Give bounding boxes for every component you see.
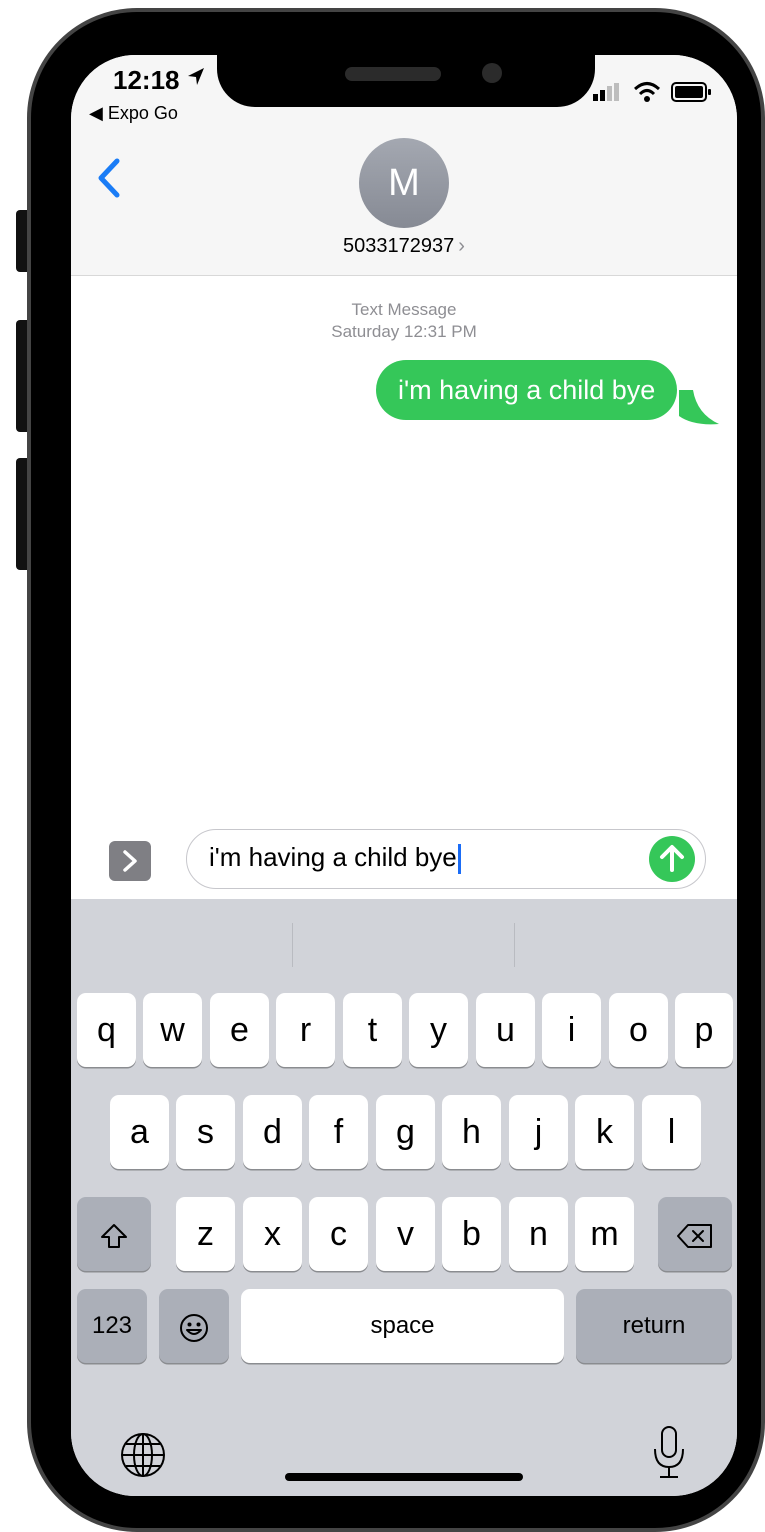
key-e[interactable]: e (210, 993, 269, 1067)
backspace-icon (677, 1224, 712, 1249)
apps-toggle-button[interactable] (109, 841, 151, 881)
numbers-key[interactable]: 123 (77, 1289, 147, 1363)
key-x[interactable]: x (243, 1197, 302, 1271)
key-c[interactable]: c (309, 1197, 368, 1271)
key-w[interactable]: w (143, 993, 202, 1067)
message-service-label: Text Message (351, 300, 457, 319)
key-f[interactable]: f (309, 1095, 368, 1169)
key-k[interactable]: k (575, 1095, 634, 1169)
globe-icon[interactable] (119, 1431, 167, 1479)
key-y[interactable]: y (409, 993, 468, 1067)
contact-name[interactable]: 5033172937 › (71, 235, 737, 258)
contact-avatar[interactable]: M (359, 138, 449, 228)
back-chevron-icon[interactable] (91, 155, 131, 201)
key-q[interactable]: q (77, 993, 136, 1067)
delete-key[interactable] (658, 1197, 732, 1271)
microphone-icon[interactable] (651, 1425, 687, 1481)
key-p[interactable]: p (675, 993, 733, 1067)
sent-message-bubble[interactable]: i'm having a child bye (376, 360, 678, 420)
suggestion-divider (514, 923, 515, 967)
status-time: 12:18 (113, 65, 180, 95)
wifi-icon (633, 81, 661, 103)
key-o[interactable]: o (609, 993, 668, 1067)
battery-icon (671, 81, 713, 103)
key-j[interactable]: j (509, 1095, 568, 1169)
return-key[interactable]: return (576, 1289, 732, 1363)
emoji-key[interactable] (159, 1289, 229, 1363)
key-g[interactable]: g (376, 1095, 435, 1169)
key-m[interactable]: m (575, 1197, 634, 1271)
shift-key[interactable] (77, 1197, 151, 1271)
key-z[interactable]: z (176, 1197, 235, 1271)
key-b[interactable]: b (442, 1197, 501, 1271)
key-l[interactable]: l (642, 1095, 701, 1169)
message-input-text: i'm having a child bye (209, 842, 461, 875)
key-a[interactable]: a (110, 1095, 169, 1169)
keyboard: q w e r t y u i o p a s d f g h j k l z … (71, 899, 737, 1496)
location-arrow-icon (186, 65, 206, 93)
home-indicator (285, 1473, 523, 1481)
key-n[interactable]: n (509, 1197, 568, 1271)
key-h[interactable]: h (442, 1095, 501, 1169)
message-timestamp: Saturday 12:31 PM (331, 322, 477, 341)
suggestion-divider (292, 923, 293, 967)
speaker (345, 67, 441, 81)
message-input-value: i'm having a child bye (209, 842, 457, 872)
contact-chevron-icon: › (458, 235, 465, 257)
key-v[interactable]: v (376, 1197, 435, 1271)
notch (217, 55, 595, 107)
shift-icon (101, 1224, 127, 1249)
key-i[interactable]: i (542, 993, 601, 1067)
key-r[interactable]: r (276, 993, 335, 1067)
message-input[interactable]: i'm having a child bye (186, 829, 706, 889)
signal-icon (593, 83, 623, 101)
key-u[interactable]: u (476, 993, 535, 1067)
bubble-tail (679, 390, 719, 425)
key-d[interactable]: d (243, 1095, 302, 1169)
key-t[interactable]: t (343, 993, 402, 1067)
key-s[interactable]: s (176, 1095, 235, 1169)
emoji-icon (180, 1314, 208, 1343)
text-caret (457, 844, 461, 875)
phone-screen: 12:18 ◀ Expo Go M 5033172937 › Text Messa… (71, 55, 737, 1496)
space-key[interactable]: space (241, 1289, 564, 1363)
send-button[interactable] (649, 836, 695, 882)
camera (482, 63, 502, 83)
contact-number: 5033172937 (343, 235, 455, 257)
back-to-app-link[interactable]: ◀ Expo Go (89, 103, 178, 124)
